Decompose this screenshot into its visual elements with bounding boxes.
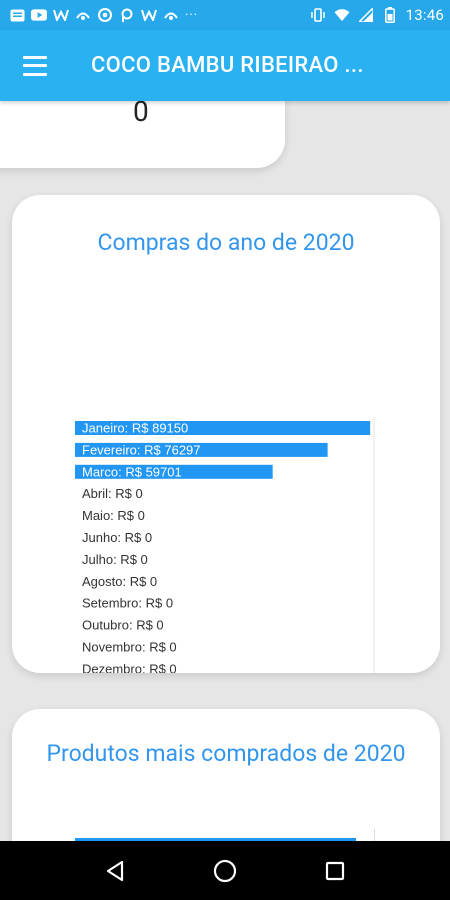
bar-label-agosto: Agosto: R$ 0 <box>82 574 157 589</box>
notification-icons: ··· <box>9 7 198 23</box>
vibrate-icon <box>310 7 326 23</box>
bar-label-novembro: Novembro: R$ 0 <box>82 640 177 655</box>
clock: 13:46 <box>405 6 444 24</box>
more-notifications-indicator: ··· <box>185 7 199 23</box>
bar-label-abril: Abril: R$ 0 <box>82 486 143 501</box>
bar-label-setembro: Setembro: R$ 0 <box>82 596 173 611</box>
purchases-chart-card: Compras do ano de 2020 Janeiro: R$ 89150… <box>12 195 440 673</box>
products-card: Produtos mais comprados de 2020 <box>12 709 440 841</box>
wifi-icon <box>334 7 350 23</box>
bar-label-julho: Julho: R$ 0 <box>82 552 148 567</box>
p-icon <box>119 7 135 23</box>
chrome-icon <box>97 7 113 23</box>
signal-icon <box>358 7 374 23</box>
recents-icon[interactable] <box>320 856 350 886</box>
purchases-bar-chart: Janeiro: R$ 89150 Fevereiro: R$ 76297 Marc… <box>75 417 375 673</box>
bar-label-fevereiro: Fevereiro: R$ 76297 <box>82 442 201 457</box>
summary-card: 0 <box>0 101 285 168</box>
game-icon <box>163 7 179 23</box>
products-title: Produtos mais comprados de 2020 <box>46 740 406 767</box>
youtube-icon <box>31 7 47 23</box>
status-bar: ··· 13:46 <box>0 0 450 30</box>
bar-label-janeiro: Janeiro: R$ 89150 <box>82 421 188 436</box>
bar-label-maio: Maio: R$ 0 <box>82 508 145 523</box>
game-icon <box>75 7 91 23</box>
bar-label-junho: Junho: R$ 0 <box>82 530 152 545</box>
menu-icon[interactable] <box>23 55 49 76</box>
bar-label-dezembro: Dezembro: R$ 0 <box>82 661 177 673</box>
summary-value: 0 <box>133 101 149 128</box>
navigation-bar <box>0 841 450 900</box>
w-icon <box>141 7 157 23</box>
w-icon <box>53 7 69 23</box>
bar-label-outubro: Outubro: R$ 0 <box>82 618 164 633</box>
message-icon <box>9 7 25 23</box>
battery-icon <box>382 7 398 23</box>
products-chart-axis <box>374 829 375 841</box>
back-icon[interactable] <box>100 856 130 886</box>
app-bar: COCO BAMBU RIBEIRAO ... <box>0 30 450 101</box>
home-icon[interactable] <box>210 856 240 886</box>
dashboard-content[interactable]: 0 Compras do ano de 2020 Janeiro: R$ 891… <box>0 101 450 841</box>
bar-label-marco: Marco: R$ 59701 <box>82 464 182 479</box>
app-title: COCO BAMBU RIBEIRAO ... <box>91 53 364 78</box>
